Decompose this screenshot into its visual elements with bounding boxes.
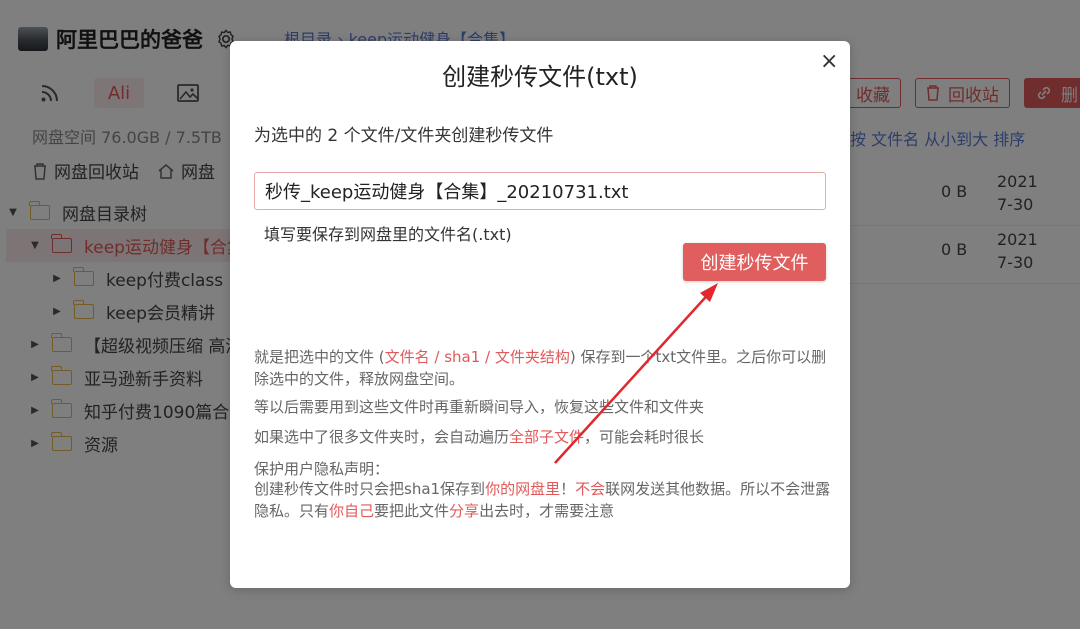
desc-highlight: 文件名 / sha1 / 文件夹结构 bbox=[384, 348, 570, 366]
desc-highlight: 全部子文件 bbox=[509, 428, 585, 446]
desc-text: 要把此文件 bbox=[374, 502, 450, 520]
desc-highlight: 你的网盘里 bbox=[485, 480, 561, 498]
privacy-title: 保护用户隐私声明： bbox=[254, 460, 390, 478]
description-2: 等以后需要用到这些文件时再重新瞬间导入，恢复这些文件和文件夹 bbox=[254, 398, 705, 416]
desc-text: ！ bbox=[560, 480, 576, 498]
desc-text: 如果选中了很多文件夹时，会自动遍历 bbox=[254, 428, 510, 446]
desc-text: ，可能会耗时很长 bbox=[584, 428, 705, 446]
description-1: 就是把选中的文件 (文件名 / sha1 / 文件夹结构) 保存到一个txt文件… bbox=[254, 346, 834, 390]
dialog-title: 创建秒传文件(txt) bbox=[442, 63, 638, 91]
desc-text: 出去时，才需要注意 bbox=[479, 502, 615, 520]
description-3: 如果选中了很多文件夹时，会自动遍历全部子文件，可能会耗时很长 bbox=[254, 426, 834, 448]
desc-highlight: 分享 bbox=[449, 502, 480, 520]
close-icon[interactable]: × bbox=[820, 51, 838, 73]
desc-text: 创建秒传文件时只会把sha1保存到 bbox=[254, 480, 486, 498]
desc-highlight: 你自己 bbox=[329, 502, 375, 520]
create-hash-file-button[interactable]: 创建秒传文件 bbox=[683, 243, 826, 281]
filename-hint: 填写要保存到网盘里的文件名(.txt) bbox=[264, 225, 512, 244]
create-hash-file-dialog: 创建秒传文件(txt) × 为选中的 2 个文件/文件夹创建秒传文件 填写要保存… bbox=[230, 41, 850, 588]
dialog-subtitle: 为选中的 2 个文件/文件夹创建秒传文件 bbox=[254, 126, 554, 146]
desc-highlight: 不会 bbox=[575, 480, 606, 498]
privacy-text: 创建秒传文件时只会把sha1保存到你的网盘里！不会联网发送其他数据。所以不会泄露… bbox=[254, 478, 834, 522]
filename-input[interactable] bbox=[254, 172, 826, 210]
desc-text: 就是把选中的文件 ( bbox=[254, 348, 385, 366]
